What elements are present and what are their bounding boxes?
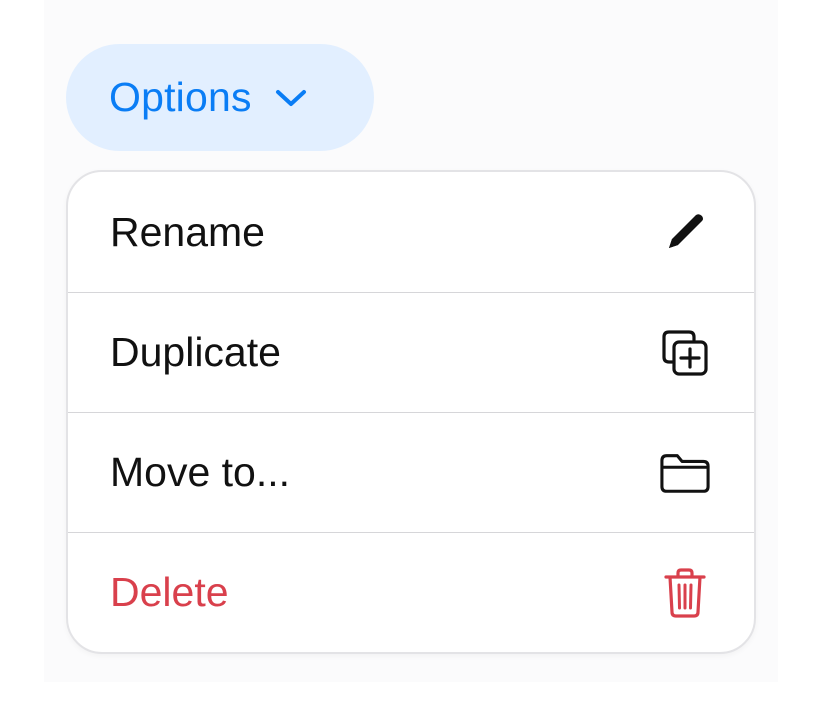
options-button-label: Options	[109, 74, 252, 120]
menu-item-label: Duplicate	[110, 329, 281, 375]
menu-item-label: Move to...	[110, 449, 291, 495]
menu-item-move-to[interactable]: Move to...	[68, 412, 754, 532]
pencil-icon	[660, 207, 710, 257]
menu-item-rename[interactable]: Rename	[68, 172, 754, 292]
options-menu: Rename Duplicate Move to... Delete	[66, 170, 756, 654]
menu-item-delete[interactable]: Delete	[68, 532, 754, 652]
folder-icon	[660, 448, 710, 498]
menu-item-duplicate[interactable]: Duplicate	[68, 292, 754, 412]
trash-icon	[660, 567, 710, 618]
menu-item-label: Delete	[110, 569, 229, 615]
duplicate-icon	[660, 328, 710, 378]
menu-item-label: Rename	[110, 208, 265, 255]
options-button[interactable]: Options	[66, 44, 374, 151]
chevron-down-icon	[274, 87, 308, 109]
